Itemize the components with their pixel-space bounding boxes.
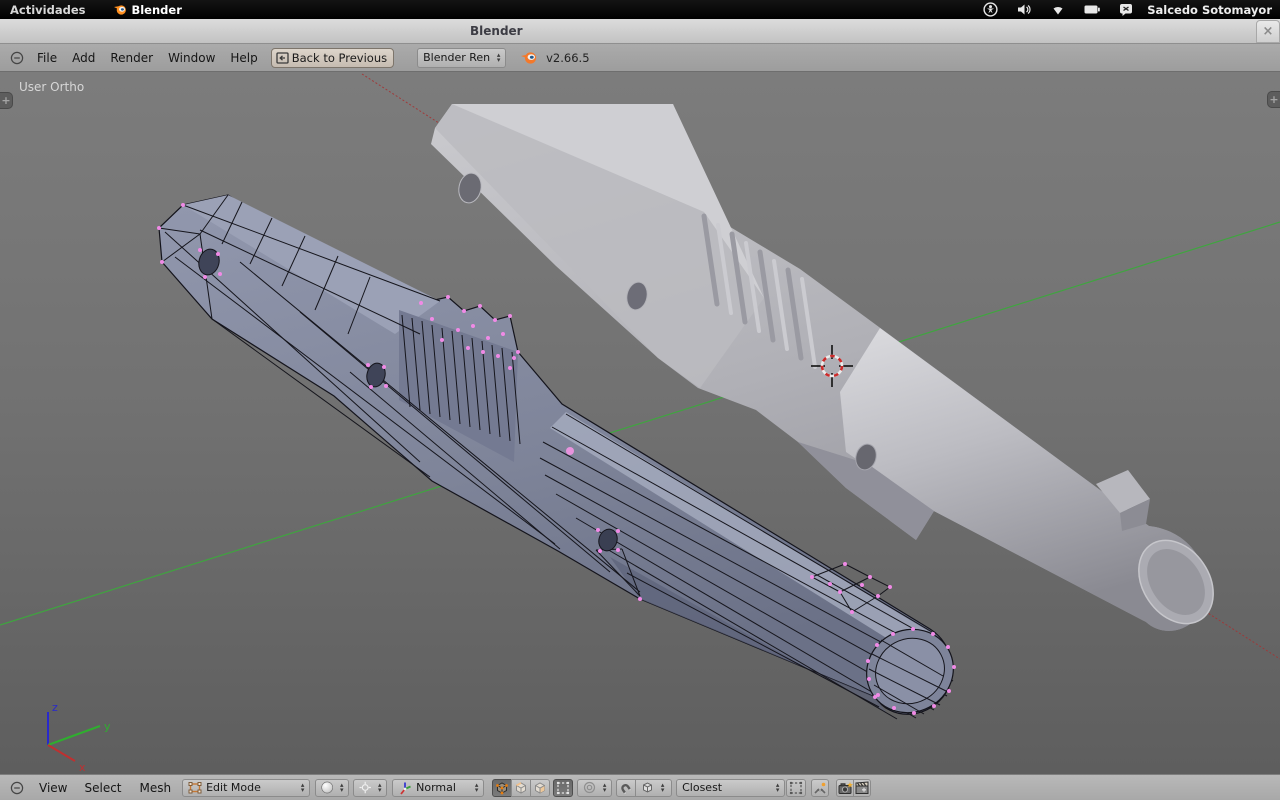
window-close-button[interactable]: × <box>1256 20 1280 43</box>
snap-normal-icon <box>789 781 803 795</box>
username-menu[interactable]: Salcedo Sotomayor <box>1147 3 1272 17</box>
back-to-previous-label: Back to Previous <box>292 51 387 65</box>
focused-app-indicator[interactable]: Blender <box>113 3 181 17</box>
window-title: Blender <box>470 24 523 38</box>
view-name-label: User Ortho <box>19 80 84 94</box>
snap-self-button[interactable] <box>811 779 829 797</box>
dropdown-arrows-icon: ▴▾ <box>376 783 385 792</box>
snap-self-icon <box>813 781 827 795</box>
dropdown-arrows-icon: ▴▾ <box>600 783 609 792</box>
blender-info-header: File Add Render Window Help Back to Prev… <box>0 44 1280 72</box>
vertex-select-mode-button[interactable] <box>492 779 512 797</box>
limit-selection-visible-button[interactable] <box>553 779 573 797</box>
shading-sphere-icon <box>321 781 333 794</box>
vertex-select-icon <box>495 781 509 795</box>
editor-collapse-icon[interactable] <box>10 51 24 65</box>
axis-gizmo: z y x <box>48 701 111 774</box>
menu-mesh[interactable]: Mesh <box>139 779 173 797</box>
menu-help[interactable]: Help <box>229 49 258 67</box>
manipulator-axes-icon <box>398 781 412 795</box>
edge-select-icon <box>514 781 528 795</box>
occlude-geometry-icon <box>556 781 570 795</box>
dropdown-arrows-icon: ▴▾ <box>472 783 481 792</box>
tool-shelf-open-tab[interactable]: + <box>0 92 13 109</box>
opengl-render-button[interactable] <box>836 779 854 797</box>
proportional-editing-icon <box>583 781 596 794</box>
orientation-value: Normal <box>416 781 468 794</box>
snap-target-value: Closest <box>682 781 769 794</box>
menu-window[interactable]: Window <box>167 49 216 67</box>
menu-render[interactable]: Render <box>109 49 154 67</box>
desktop-top-bar: Actividades Blender Salcedo Sotomayor <box>0 0 1280 19</box>
pivot-icon <box>359 781 371 794</box>
snap-element-cube-icon <box>641 781 654 794</box>
snap-target-select[interactable]: Closest ▴▾ <box>676 779 785 797</box>
viewport-header: View Select Mesh Edit Mode ▴▾ ▴▾ ▴▾ <box>0 774 1280 800</box>
transform-orientation-select[interactable]: Normal ▴▾ <box>392 779 484 797</box>
mode-select[interactable]: Edit Mode ▴▾ <box>182 779 310 797</box>
properties-open-tab[interactable]: + <box>1267 91 1280 108</box>
mode-value: Edit Mode <box>206 781 294 794</box>
axis-y-label: y <box>104 720 111 733</box>
render-engine-select[interactable]: Blender Render ▴▾ <box>417 48 506 68</box>
menu-select[interactable]: Select <box>83 779 122 797</box>
snap-element-select[interactable]: ▴▾ <box>635 779 672 797</box>
opengl-render-anim-button[interactable] <box>853 779 871 797</box>
snap-toggle-button[interactable] <box>616 779 636 797</box>
blender-logo-icon <box>113 3 127 16</box>
axis-z-label: z <box>52 701 58 714</box>
dropdown-arrows-icon: ▴▾ <box>658 783 667 792</box>
blender-logo-icon <box>520 50 538 65</box>
menu-file[interactable]: File <box>36 49 58 67</box>
menu-add[interactable]: Add <box>71 49 96 67</box>
volume-icon[interactable] <box>1007 2 1041 18</box>
accessibility-icon[interactable] <box>973 2 1007 18</box>
proportional-editing-select[interactable]: ▴▾ <box>577 779 612 797</box>
wifi-icon[interactable] <box>1041 2 1075 18</box>
dropdown-arrows-icon: ▴▾ <box>773 783 782 792</box>
version-label: v2.66.5 <box>546 51 589 65</box>
back-screen-icon <box>276 52 289 64</box>
viewport-shading-select[interactable]: ▴▾ <box>315 779 349 797</box>
back-to-previous-button[interactable]: Back to Previous <box>271 48 394 68</box>
chat-icon[interactable] <box>1109 2 1143 18</box>
editor-collapse-icon[interactable] <box>10 781 24 795</box>
face-select-mode-button[interactable] <box>530 779 550 797</box>
menu-view[interactable]: View <box>38 779 68 797</box>
window-title-bar[interactable]: Blender × <box>0 19 1280 44</box>
focused-app-label: Blender <box>131 3 181 17</box>
dropdown-arrows-icon: ▴▾ <box>338 783 347 792</box>
battery-icon[interactable] <box>1075 2 1109 18</box>
render-engine-value: Blender Render <box>423 51 490 64</box>
face-select-icon <box>533 781 547 795</box>
magnet-icon <box>619 781 633 795</box>
ghost-model[interactable] <box>431 104 1229 638</box>
clapperboard-icon <box>855 781 870 795</box>
edge-select-mode-button[interactable] <box>511 779 531 797</box>
axis-x-label: x <box>79 761 86 774</box>
snap-align-rotation-button[interactable] <box>786 779 806 797</box>
dropdown-arrows-icon: ▴▾ <box>298 783 307 792</box>
object-origin-dot <box>566 447 574 455</box>
activities-button[interactable]: Actividades <box>10 3 85 17</box>
camera-render-icon <box>838 781 853 795</box>
pivot-point-select[interactable]: ▴▾ <box>353 779 387 797</box>
3d-viewport[interactable]: z y x User Ortho + + <box>0 72 1280 774</box>
edit-mode-icon <box>188 781 202 794</box>
dropdown-arrows-icon: ▴▾ <box>494 53 503 62</box>
